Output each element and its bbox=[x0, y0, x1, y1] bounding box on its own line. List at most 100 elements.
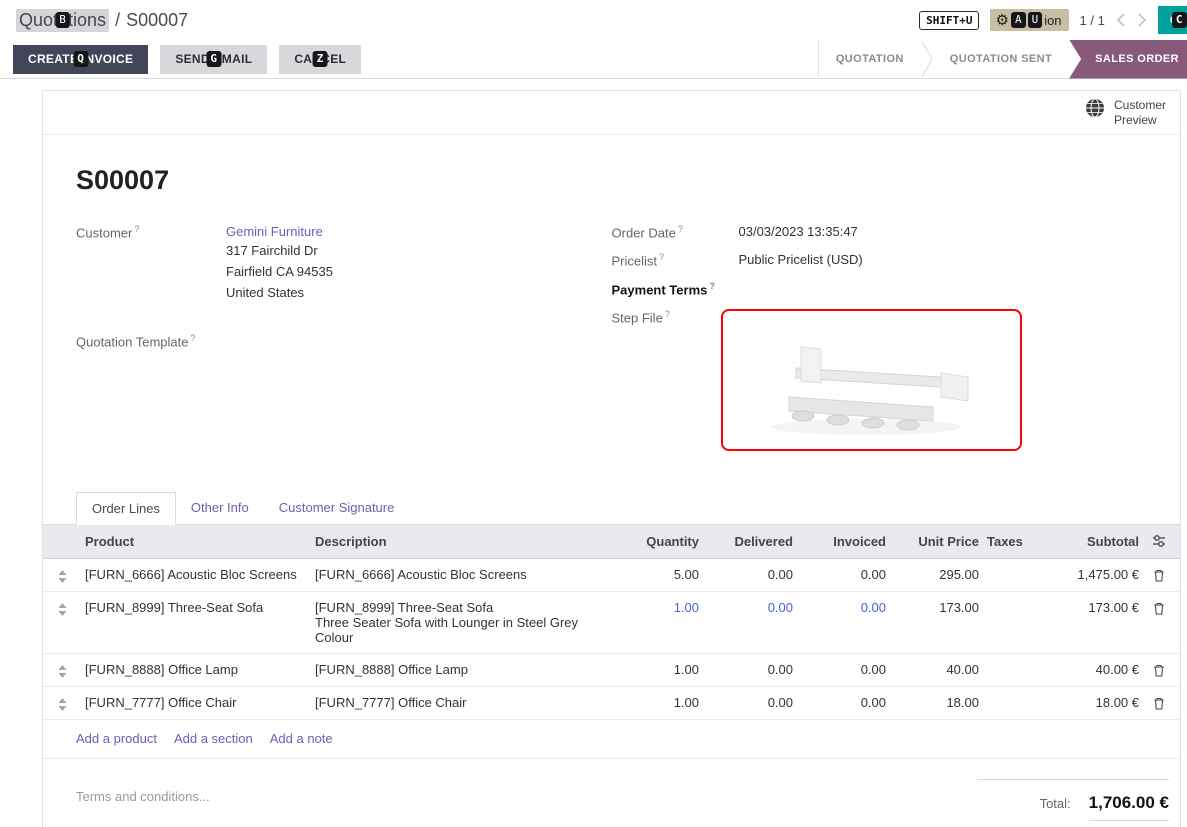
cell-unit-price: 18.00 bbox=[890, 695, 983, 710]
fields-left-column: Customer? Gemini Furniture 317 Fairchild… bbox=[76, 224, 612, 463]
pager-previous-icon[interactable] bbox=[1116, 12, 1126, 28]
add-a-note-link[interactable]: Add a note bbox=[270, 731, 333, 746]
status-quotation[interactable]: QUOTATION bbox=[819, 40, 921, 79]
hotkey-badge-u: U bbox=[1028, 12, 1043, 28]
help-icon: ? bbox=[678, 224, 683, 234]
quotation-template-label: Quotation Template? bbox=[76, 333, 226, 349]
tab-order-lines[interactable]: Order Lines bbox=[76, 492, 176, 525]
header-quantity[interactable]: Quantity bbox=[611, 534, 703, 549]
cell-product: [FURN_6666] Acoustic Bloc Screens bbox=[81, 567, 311, 582]
cell-quantity: 5.00 bbox=[611, 567, 703, 582]
cell-quantity: 1.00 bbox=[611, 695, 703, 710]
breadcrumb-current: S00007 bbox=[126, 10, 188, 31]
cell-product: [FURN_8888] Office Lamp bbox=[81, 662, 311, 677]
terms-and-conditions-input[interactable]: Terms and conditions... bbox=[76, 779, 210, 821]
breadcrumb-separator: / bbox=[115, 10, 120, 31]
cell-invoiced: 0.00 bbox=[797, 567, 890, 582]
table-row[interactable]: [FURN_8888] Office Lamp [FURN_8888] Offi… bbox=[43, 654, 1180, 687]
header-description[interactable]: Description bbox=[311, 534, 611, 549]
field-pricelist[interactable]: Pricelist? Public Pricelist (USD) bbox=[612, 252, 1148, 268]
drag-handle-icon[interactable] bbox=[43, 567, 81, 583]
payment-terms-label: Payment Terms? bbox=[612, 281, 739, 297]
action-menu-button[interactable]: ⚙ A U ion bbox=[990, 9, 1068, 31]
order-date-label: Order Date? bbox=[612, 224, 739, 240]
cell-description: [FURN_8999] Three-Seat Sofa Three Seater… bbox=[311, 600, 611, 645]
globe-icon bbox=[1085, 98, 1105, 118]
add-a-section-link[interactable]: Add a section bbox=[174, 731, 253, 746]
customer-preview-button[interactable]: Customer Preview bbox=[1085, 98, 1166, 128]
cell-unit-price: 173.00 bbox=[890, 600, 983, 615]
add-a-product-link[interactable]: Add a product bbox=[76, 731, 157, 746]
control-panel: Quotations B / S00007 SHIFT+U ⚙ A U ion … bbox=[0, 0, 1187, 79]
field-step-file: Step File? bbox=[612, 309, 1148, 451]
breadcrumb-quotations[interactable]: Quotations B bbox=[16, 9, 109, 32]
drag-handle-icon[interactable] bbox=[43, 662, 81, 678]
status-separator-icon bbox=[921, 40, 933, 79]
status-sales-order[interactable]: SALES ORDER bbox=[1069, 40, 1187, 79]
total-value: 1,706.00 € bbox=[1089, 793, 1169, 821]
table-row[interactable]: [FURN_8999] Three-Seat Sofa [FURN_8999] … bbox=[43, 592, 1180, 654]
field-order-date[interactable]: Order Date? 03/03/2023 13:35:47 bbox=[612, 224, 1148, 240]
header-product[interactable]: Product bbox=[81, 534, 311, 549]
cell-description: [FURN_6666] Acoustic Bloc Screens bbox=[311, 567, 611, 582]
totals-block: Total: 1,706.00 € bbox=[977, 779, 1169, 821]
drag-handle-icon[interactable] bbox=[43, 695, 81, 711]
help-icon: ? bbox=[659, 252, 664, 262]
customer-label: Customer? bbox=[76, 224, 226, 240]
customer-link[interactable]: Gemini Furniture bbox=[226, 224, 323, 239]
status-quotation-sent[interactable]: QUOTATION SENT bbox=[933, 40, 1069, 79]
delete-row-icon[interactable] bbox=[1143, 662, 1175, 677]
drag-handle-icon[interactable] bbox=[43, 600, 81, 616]
cell-description: [FURN_7777] Office Chair bbox=[311, 695, 611, 710]
form-view: Customer Preview S00007 Customer? Gemini… bbox=[0, 79, 1187, 827]
cell-delivered: 0.00 bbox=[703, 600, 797, 615]
step-file-3d-render bbox=[741, 321, 1001, 439]
notebook-tabs: Order Lines Other Info Customer Signatur… bbox=[43, 491, 1180, 525]
pricelist-value: Public Pricelist (USD) bbox=[739, 252, 863, 267]
pager-next-icon[interactable] bbox=[1137, 12, 1147, 28]
cell-invoiced: 0.00 bbox=[797, 600, 890, 615]
help-icon: ? bbox=[191, 333, 196, 343]
header-delivered[interactable]: Delivered bbox=[703, 534, 797, 549]
create-invoice-button[interactable]: CREATE INVOICE Q bbox=[13, 45, 148, 74]
header-subtotal[interactable]: Subtotal bbox=[1031, 534, 1143, 549]
hotkey-badge-g: G bbox=[206, 51, 221, 67]
optional-columns-toggle-icon[interactable] bbox=[1143, 534, 1175, 548]
statusbar: QUOTATION QUOTATION SENT SALES ORDER bbox=[818, 40, 1187, 79]
create-button[interactable]: C Create bbox=[1158, 6, 1187, 34]
step-file-image[interactable] bbox=[721, 309, 1022, 451]
delete-row-icon[interactable] bbox=[1143, 567, 1175, 582]
header-unit-price[interactable]: Unit Price bbox=[890, 534, 983, 549]
pager: 1 / 1 bbox=[1080, 13, 1105, 28]
hotkey-badge-a: A bbox=[1011, 12, 1026, 28]
send-email-button[interactable]: SEND EMAIL G bbox=[160, 45, 267, 74]
cell-invoiced: 0.00 bbox=[797, 695, 890, 710]
action-menu-label: ion bbox=[1044, 13, 1061, 28]
hotkey-badge-breadcrumb: B bbox=[55, 12, 70, 28]
field-quotation-template[interactable]: Quotation Template? bbox=[76, 333, 612, 349]
cell-unit-price: 40.00 bbox=[890, 662, 983, 677]
pricelist-label: Pricelist? bbox=[612, 252, 739, 268]
tab-other-info[interactable]: Other Info bbox=[176, 492, 264, 525]
field-payment-terms[interactable]: Payment Terms? bbox=[612, 281, 1148, 297]
table-row[interactable]: [FURN_6666] Acoustic Bloc Screens [FURN_… bbox=[43, 559, 1180, 592]
sheet-header: Customer Preview bbox=[43, 91, 1180, 135]
delete-row-icon[interactable] bbox=[1143, 600, 1175, 615]
cell-description: [FURN_8888] Office Lamp bbox=[311, 662, 611, 677]
hotkey-badge-q: Q bbox=[73, 51, 88, 67]
help-icon: ? bbox=[709, 281, 715, 291]
header-taxes[interactable]: Taxes bbox=[983, 534, 1031, 549]
order-date-value: 03/03/2023 13:35:47 bbox=[739, 224, 858, 239]
table-row[interactable]: [FURN_7777] Office Chair [FURN_7777] Off… bbox=[43, 687, 1180, 720]
list-footer-links: Add a product Add a section Add a note bbox=[43, 720, 1180, 759]
header-invoiced[interactable]: Invoiced bbox=[797, 534, 890, 549]
tab-customer-signature[interactable]: Customer Signature bbox=[264, 492, 410, 525]
cell-delivered: 0.00 bbox=[703, 662, 797, 677]
sheet-footer: Terms and conditions... Total: 1,706.00 … bbox=[43, 759, 1180, 827]
cell-product: [FURN_7777] Office Chair bbox=[81, 695, 311, 710]
delete-row-icon[interactable] bbox=[1143, 695, 1175, 710]
breadcrumb: Quotations B / S00007 bbox=[16, 9, 188, 32]
cancel-button[interactable]: CANCEL Z bbox=[279, 45, 361, 74]
gear-icon: ⚙ bbox=[995, 13, 1008, 28]
step-file-label: Step File? bbox=[612, 309, 739, 325]
